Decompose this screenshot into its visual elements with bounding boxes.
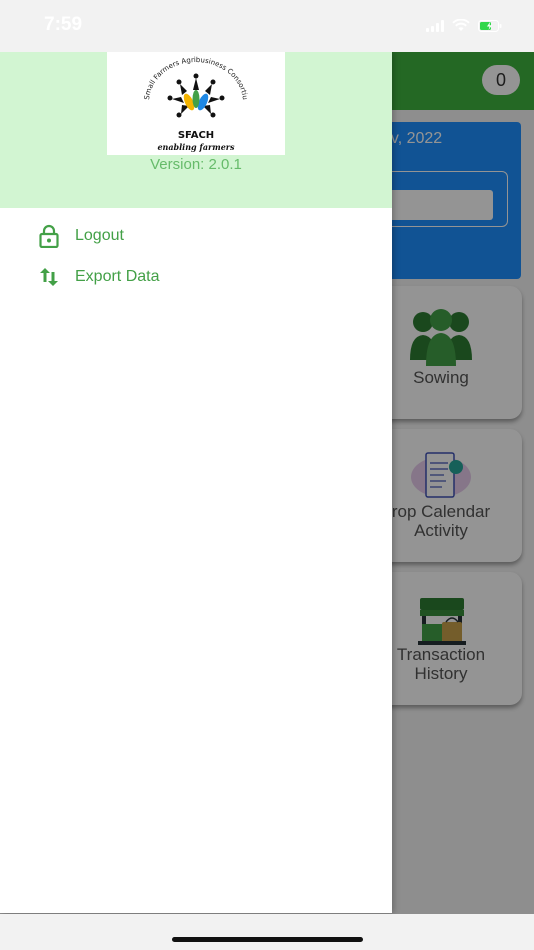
navigation-drawer: Small Farmers Agribusiness Consortium Ha… xyxy=(0,52,392,913)
sort-arrows-icon xyxy=(36,264,62,290)
sfach-logo-graphic: Small Farmers Agribusiness Consortium Ha… xyxy=(107,52,249,152)
cellular-signal-icon xyxy=(426,19,444,32)
battery-charging-icon xyxy=(478,19,502,32)
screen: 7:59 0 ov, 2022 Sowing rop Calendar Acti… xyxy=(0,0,534,950)
logo-abbr: SFACH xyxy=(178,130,214,141)
bottom-bar xyxy=(0,914,534,950)
export-data-label: Export Data xyxy=(75,268,160,285)
logout-menu-item[interactable]: Logout xyxy=(36,221,124,251)
status-time: 7:59 xyxy=(44,14,83,35)
version-text: Version: 2.0.1 xyxy=(150,156,242,173)
status-bar: 7:59 xyxy=(0,0,534,52)
status-icons xyxy=(426,19,502,32)
lock-icon xyxy=(36,223,62,249)
drawer-header: Small Farmers Agribusiness Consortium Ha… xyxy=(0,52,392,208)
export-data-menu-item[interactable]: Export Data xyxy=(36,262,159,292)
logout-label: Logout xyxy=(75,227,124,244)
sfach-logo: Small Farmers Agribusiness Consortium Ha… xyxy=(107,52,285,155)
wifi-icon xyxy=(452,19,470,32)
logo-tagline: enabling farmers xyxy=(157,142,235,152)
logo-arc-text: Small Farmers Agribusiness Consortium Ha… xyxy=(107,52,249,100)
home-indicator[interactable] xyxy=(172,937,363,942)
